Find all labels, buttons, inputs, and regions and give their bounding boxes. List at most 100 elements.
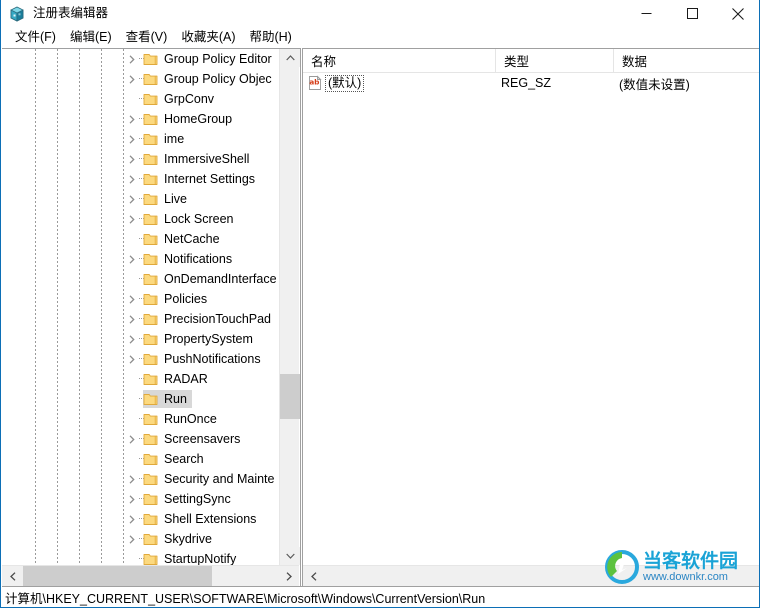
tree-node-hit[interactable]: Lock Screen xyxy=(143,210,238,228)
title-bar: 注册表编辑器 xyxy=(1,0,759,27)
chevron-right-icon[interactable] xyxy=(125,109,138,129)
tree-node-hit[interactable]: PropertySystem xyxy=(143,330,258,348)
tree-node[interactable]: SettingSync xyxy=(2,489,279,509)
menu-edit[interactable]: 编辑(E) xyxy=(63,27,119,48)
tree-horizontal-scrollbar[interactable] xyxy=(2,565,299,586)
tree-node-hit[interactable]: RADAR xyxy=(143,370,213,388)
tree-node[interactable]: Internet Settings xyxy=(2,169,279,189)
chevron-right-icon[interactable] xyxy=(125,529,138,549)
chevron-right-icon[interactable] xyxy=(125,509,138,529)
tree-node[interactable]: Search xyxy=(2,449,279,469)
tree-node[interactable]: Security and Mainte xyxy=(2,469,279,489)
folder-icon xyxy=(143,172,159,186)
tree-node-hit[interactable]: PushNotifications xyxy=(143,350,266,368)
tree-node[interactable]: Live xyxy=(2,189,279,209)
chevron-right-icon[interactable] xyxy=(125,429,138,449)
tree-node-hit[interactable]: PrecisionTouchPad xyxy=(143,310,276,328)
tree-node-hit[interactable]: HomeGroup xyxy=(143,110,237,128)
tree-node-label: Lock Screen xyxy=(164,212,234,226)
tree-scroll-up-button[interactable] xyxy=(280,49,300,67)
chevron-right-icon[interactable] xyxy=(125,129,138,149)
chevron-right-icon[interactable] xyxy=(125,349,138,369)
tree-node[interactable]: ImmersiveShell xyxy=(2,149,279,169)
menu-file[interactable]: 文件(F) xyxy=(8,27,63,48)
table-row[interactable]: ab (默认) REG_SZ (数值未设置) xyxy=(303,72,759,94)
tree-node[interactable]: Skydrive xyxy=(2,529,279,549)
tree-node-hit[interactable]: Policies xyxy=(143,290,212,308)
values-horizontal-scrollbar[interactable] xyxy=(303,565,759,586)
tree-node-selected[interactable]: Run xyxy=(143,390,192,408)
chevron-right-icon[interactable] xyxy=(125,169,138,189)
minimize-button[interactable] xyxy=(623,0,669,27)
chevron-right-icon[interactable] xyxy=(125,49,138,69)
column-header-name[interactable]: 名称 xyxy=(303,49,496,72)
tree-node-hit[interactable]: Notifications xyxy=(143,250,237,268)
tree-node[interactable]: Policies xyxy=(2,289,279,309)
chevron-right-icon[interactable] xyxy=(125,289,138,309)
tree-node-hit[interactable]: RunOnce xyxy=(143,410,222,428)
tree-node[interactable]: RunOnce xyxy=(2,409,279,429)
tree-node[interactable]: GrpConv xyxy=(2,89,279,109)
tree-node-hit[interactable]: ime xyxy=(143,130,189,148)
tree-scroll-down-button[interactable] xyxy=(280,547,300,565)
tree-horizontal-scroll-thumb[interactable] xyxy=(23,566,212,586)
tree-node[interactable]: Screensavers xyxy=(2,429,279,449)
tree-node[interactable]: PushNotifications xyxy=(2,349,279,369)
column-header-type[interactable]: 类型 xyxy=(496,49,614,72)
tree-node-hit[interactable]: OnDemandInterface xyxy=(143,270,279,288)
chevron-right-icon[interactable] xyxy=(125,69,138,89)
chevron-right-icon[interactable] xyxy=(125,189,138,209)
tree-node-hit[interactable]: Screensavers xyxy=(143,430,245,448)
tree-node-hit[interactable]: Security and Mainte xyxy=(143,470,279,488)
tree-scroll-left-button[interactable] xyxy=(2,566,23,586)
values-scroll-left-button[interactable] xyxy=(303,566,324,586)
tree-vertical-scroll-thumb[interactable] xyxy=(280,374,300,419)
tree-node[interactable]: OnDemandInterface xyxy=(2,269,279,289)
values-list[interactable]: ab (默认) REG_SZ (数值未设置) xyxy=(303,72,759,565)
tree-node-hit[interactable]: Search xyxy=(143,450,209,468)
tree-node[interactable]: RADAR xyxy=(2,369,279,389)
tree-node[interactable]: Run xyxy=(2,389,279,409)
folder-icon xyxy=(143,292,159,306)
tree-node[interactable]: PrecisionTouchPad xyxy=(2,309,279,329)
value-name-cell[interactable]: ab (默认) xyxy=(307,74,365,92)
tree-node-hit[interactable]: GrpConv xyxy=(143,90,219,108)
tree-node-hit[interactable]: Group Policy Objec xyxy=(143,70,277,88)
tree-node-hit[interactable]: Shell Extensions xyxy=(143,510,261,528)
tree-node[interactable]: Group Policy Editor xyxy=(2,49,279,69)
menu-help[interactable]: 帮助(H) xyxy=(242,27,298,48)
tree-node[interactable]: Lock Screen xyxy=(2,209,279,229)
chevron-right-icon[interactable] xyxy=(125,469,138,489)
menu-view[interactable]: 查看(V) xyxy=(119,27,175,48)
tree-node[interactable]: Shell Extensions xyxy=(2,509,279,529)
tree-node-hit[interactable]: Live xyxy=(143,190,192,208)
tree-node-hit[interactable]: Internet Settings xyxy=(143,170,260,188)
registry-tree[interactable]: Group Policy Editor Group Policy Objec Grp… xyxy=(2,49,279,565)
tree-node-hit[interactable]: Group Policy Editor xyxy=(143,50,277,68)
chevron-right-icon[interactable] xyxy=(125,209,138,229)
column-header-data[interactable]: 数据 xyxy=(614,49,759,72)
tree-node[interactable]: NetCache xyxy=(2,229,279,249)
tree-node-hit[interactable]: Skydrive xyxy=(143,530,217,548)
chevron-right-icon[interactable] xyxy=(125,249,138,269)
tree-node[interactable]: ime xyxy=(2,129,279,149)
folder-icon xyxy=(143,312,159,326)
tree-scroll-right-button[interactable] xyxy=(278,566,299,586)
tree-node[interactable]: PropertySystem xyxy=(2,329,279,349)
tree-node-hit[interactable]: ImmersiveShell xyxy=(143,150,254,168)
tree-node[interactable]: StartupNotify xyxy=(2,549,279,565)
tree-node[interactable]: Group Policy Objec xyxy=(2,69,279,89)
tree-node-hit[interactable]: SettingSync xyxy=(143,490,236,508)
menu-favorites[interactable]: 收藏夹(A) xyxy=(174,27,242,48)
tree-node[interactable]: Notifications xyxy=(2,249,279,269)
close-button[interactable] xyxy=(715,0,759,27)
maximize-button[interactable] xyxy=(669,0,715,27)
tree-node-hit[interactable]: NetCache xyxy=(143,230,225,248)
tree-node-hit[interactable]: StartupNotify xyxy=(143,550,241,565)
chevron-right-icon[interactable] xyxy=(125,149,138,169)
tree-vertical-scrollbar[interactable] xyxy=(279,49,300,565)
chevron-right-icon[interactable] xyxy=(125,329,138,349)
chevron-right-icon[interactable] xyxy=(125,309,138,329)
tree-node[interactable]: HomeGroup xyxy=(2,109,279,129)
chevron-right-icon[interactable] xyxy=(125,489,138,509)
